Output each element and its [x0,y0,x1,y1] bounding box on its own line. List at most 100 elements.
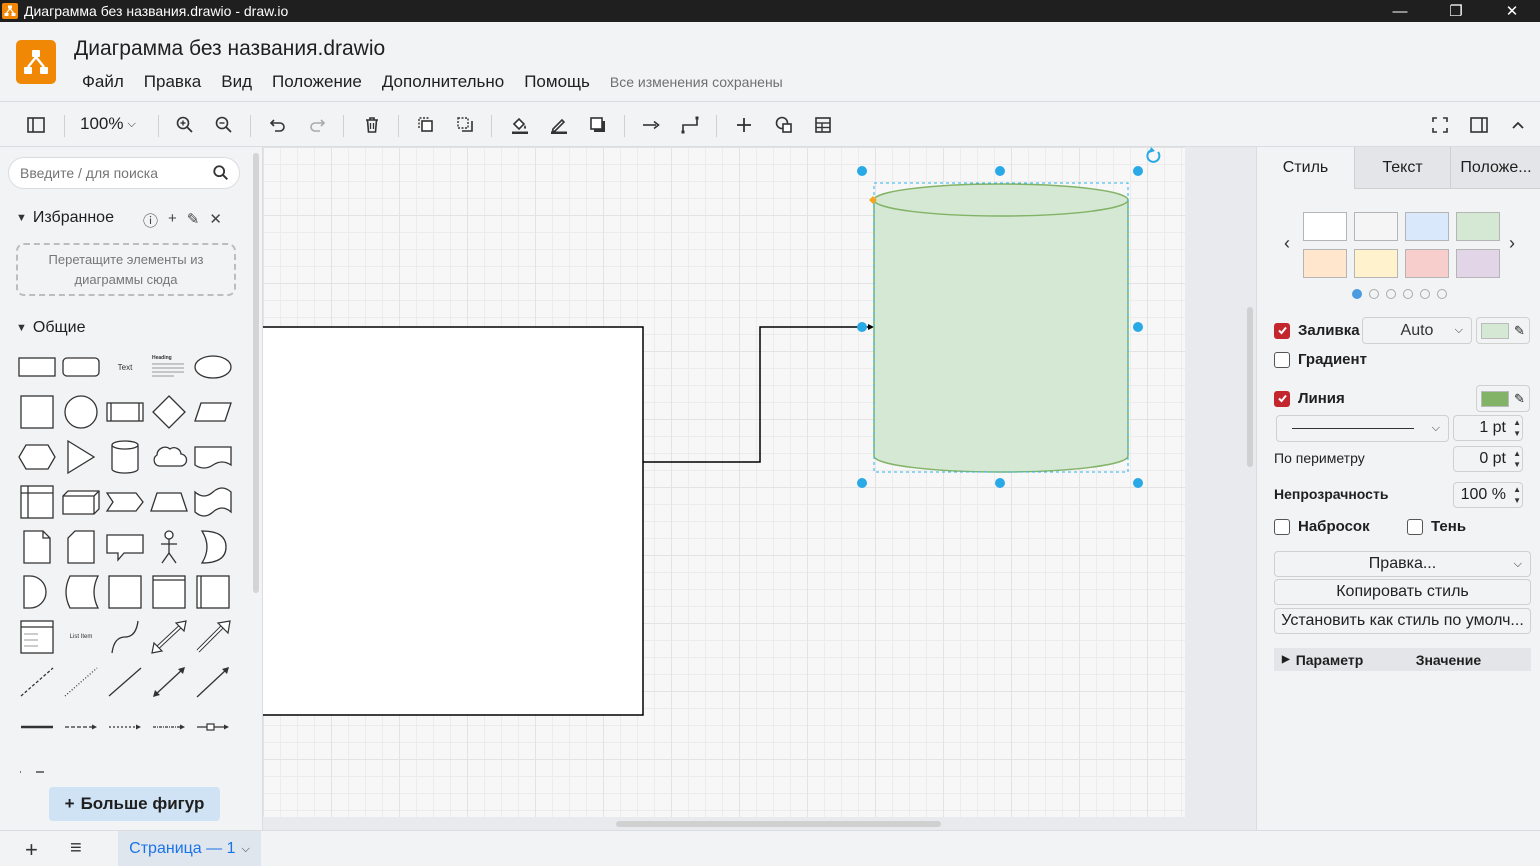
tab-style[interactable]: Стиль [1257,147,1354,189]
menu-arrange[interactable]: Положение [262,72,372,92]
shadow-checkbox[interactable] [1407,518,1423,535]
rectangle-shape[interactable] [16,347,58,387]
dotted-connector-shape[interactable] [104,707,146,747]
rotate-handle-icon[interactable] [1146,147,1161,163]
fullscreen-icon[interactable] [1427,112,1453,138]
data-storage-shape[interactable] [60,572,102,612]
thick-line-shape[interactable] [16,707,58,747]
page-dot[interactable] [1369,289,1379,299]
favorites-header[interactable]: ▼ Избранное [16,209,114,227]
collapse-icon[interactable] [1505,112,1531,138]
tape-shape[interactable] [192,482,234,522]
style-swatch[interactable] [1456,249,1500,278]
parallelogram-shape[interactable] [192,392,234,432]
zoom-in-icon[interactable] [172,112,198,138]
pages-menu-icon[interactable]: ≡ [70,837,82,860]
hexagon-shape[interactable] [16,437,58,477]
line-width-input[interactable]: 1 pt ▲ ▼ [1453,415,1523,441]
menu-extras[interactable]: Дополнительно [372,72,514,92]
diagram-svg[interactable] [263,147,1256,830]
eyedropper-icon[interactable]: ✎ [1514,323,1525,339]
rectangle-node[interactable] [263,326,644,716]
cube-shape[interactable] [60,482,102,522]
zoom-dropdown[interactable]: 100% ⌵ [80,114,136,134]
style-swatch[interactable] [1354,249,1398,278]
tab-text[interactable]: Текст [1354,147,1450,189]
zoom-out-icon[interactable] [211,112,237,138]
set-default-style-button[interactable]: Установить как стиль по умолч... [1274,608,1531,634]
fill-color-icon[interactable] [507,112,533,138]
eyedropper-icon[interactable]: ✎ [1514,391,1525,407]
cylinder-shape[interactable] [104,437,146,477]
close-button[interactable]: ✕ [1484,2,1540,20]
undo-icon[interactable] [265,112,291,138]
help-icon[interactable]: ⓘ [143,210,158,231]
dashed-line-shape[interactable] [16,662,58,702]
dotted-line-shape[interactable] [60,662,102,702]
fill-color-picker[interactable]: ✎ [1476,317,1530,344]
list-item-shape[interactable]: List Item [60,617,102,657]
cylinder-node[interactable] [873,183,1129,473]
small-line-shape[interactable] [16,752,58,792]
edit-style-dropdown[interactable]: Правка... ⌵ [1274,551,1531,577]
diamond-shape[interactable] [148,392,190,432]
page-dot[interactable] [1437,289,1447,299]
property-table-header[interactable]: ▶ Параметр Значение [1274,648,1531,671]
page-dot[interactable] [1420,289,1430,299]
close-icon[interactable]: ✕ [209,210,222,231]
page-dot[interactable] [1386,289,1396,299]
container-shape[interactable] [148,572,190,612]
or-shape[interactable] [192,527,234,567]
perimeter-input[interactable]: 0 pt ▲ ▼ [1453,446,1523,472]
ellipse-shape[interactable] [192,347,234,387]
chevron-right-icon[interactable]: › [1509,233,1515,254]
connection-icon[interactable] [638,112,664,138]
sidebar-toggle-icon[interactable] [23,112,49,138]
insert-icon[interactable] [731,112,757,138]
save-status[interactable]: Все изменения сохранены [600,72,783,92]
bidirectional-connector-shape[interactable] [148,662,190,702]
step-shape[interactable] [104,482,146,522]
edit-icon[interactable]: ✎ [187,210,200,231]
internal-storage-shape[interactable] [16,482,58,522]
callout-shape[interactable] [104,527,146,567]
line-color-icon[interactable] [546,112,572,138]
style-swatch[interactable] [1405,249,1449,278]
maximize-button[interactable]: ❐ [1428,2,1484,20]
sketch-checkbox[interactable] [1274,518,1290,535]
triangle-shape[interactable] [60,437,102,477]
fill-checkbox[interactable] [1274,322,1290,339]
line-pattern-select[interactable]: ⌵ [1276,415,1449,442]
tab-arrange[interactable]: Положе... [1450,147,1540,189]
gradient-checkbox[interactable] [1274,351,1290,368]
rounded-rectangle-shape[interactable] [60,347,102,387]
spinner-arrows-icon[interactable]: ▲ ▼ [1513,484,1521,506]
bidirectional-arrow-shape[interactable] [148,617,190,657]
style-swatch[interactable] [1303,212,1347,241]
curve-shape[interactable] [104,617,146,657]
line-color-picker[interactable]: ✎ [1476,385,1530,412]
waypoints-icon[interactable] [677,112,703,138]
text-shape[interactable]: Text [104,347,146,387]
circle-shape[interactable] [60,392,102,432]
chevron-down-icon[interactable]: ⌵ [241,843,249,856]
shadow-icon[interactable] [585,112,611,138]
and-shape[interactable] [16,572,58,612]
table-icon[interactable] [810,112,836,138]
actor-shape[interactable] [148,527,190,567]
add-icon[interactable]: + [168,210,177,231]
spinner-arrows-icon[interactable]: ▲ ▼ [1513,417,1521,439]
labeled-connector-shape[interactable] [148,707,190,747]
shapes-icon[interactable] [771,112,797,138]
delete-icon[interactable] [359,112,385,138]
square-shape[interactable] [16,392,58,432]
note-shape[interactable] [16,527,58,567]
copy-style-button[interactable]: Копировать стиль [1274,579,1531,605]
line-checkbox[interactable] [1274,390,1290,407]
fill-mode-select[interactable]: Auto ⌵ [1362,317,1472,344]
opacity-input[interactable]: 100 % ▲ ▼ [1453,482,1523,508]
square-outline-shape[interactable] [104,572,146,612]
style-swatch[interactable] [1354,212,1398,241]
style-swatch[interactable] [1303,249,1347,278]
process-shape[interactable] [104,392,146,432]
